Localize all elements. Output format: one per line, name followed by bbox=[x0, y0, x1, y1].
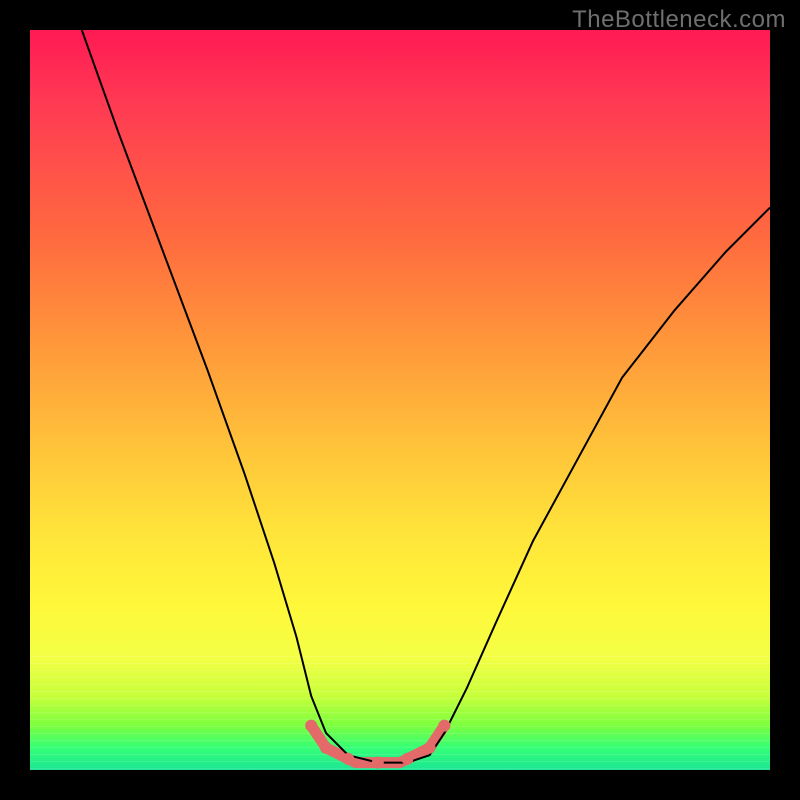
bottleneck-curve-path bbox=[82, 30, 770, 763]
chart-frame: TheBottleneck.com bbox=[0, 0, 800, 800]
chart-svg bbox=[30, 30, 770, 770]
plot-area bbox=[30, 30, 770, 770]
valley-dots bbox=[305, 720, 450, 769]
watermark-label: TheBottleneck.com bbox=[572, 6, 786, 34]
